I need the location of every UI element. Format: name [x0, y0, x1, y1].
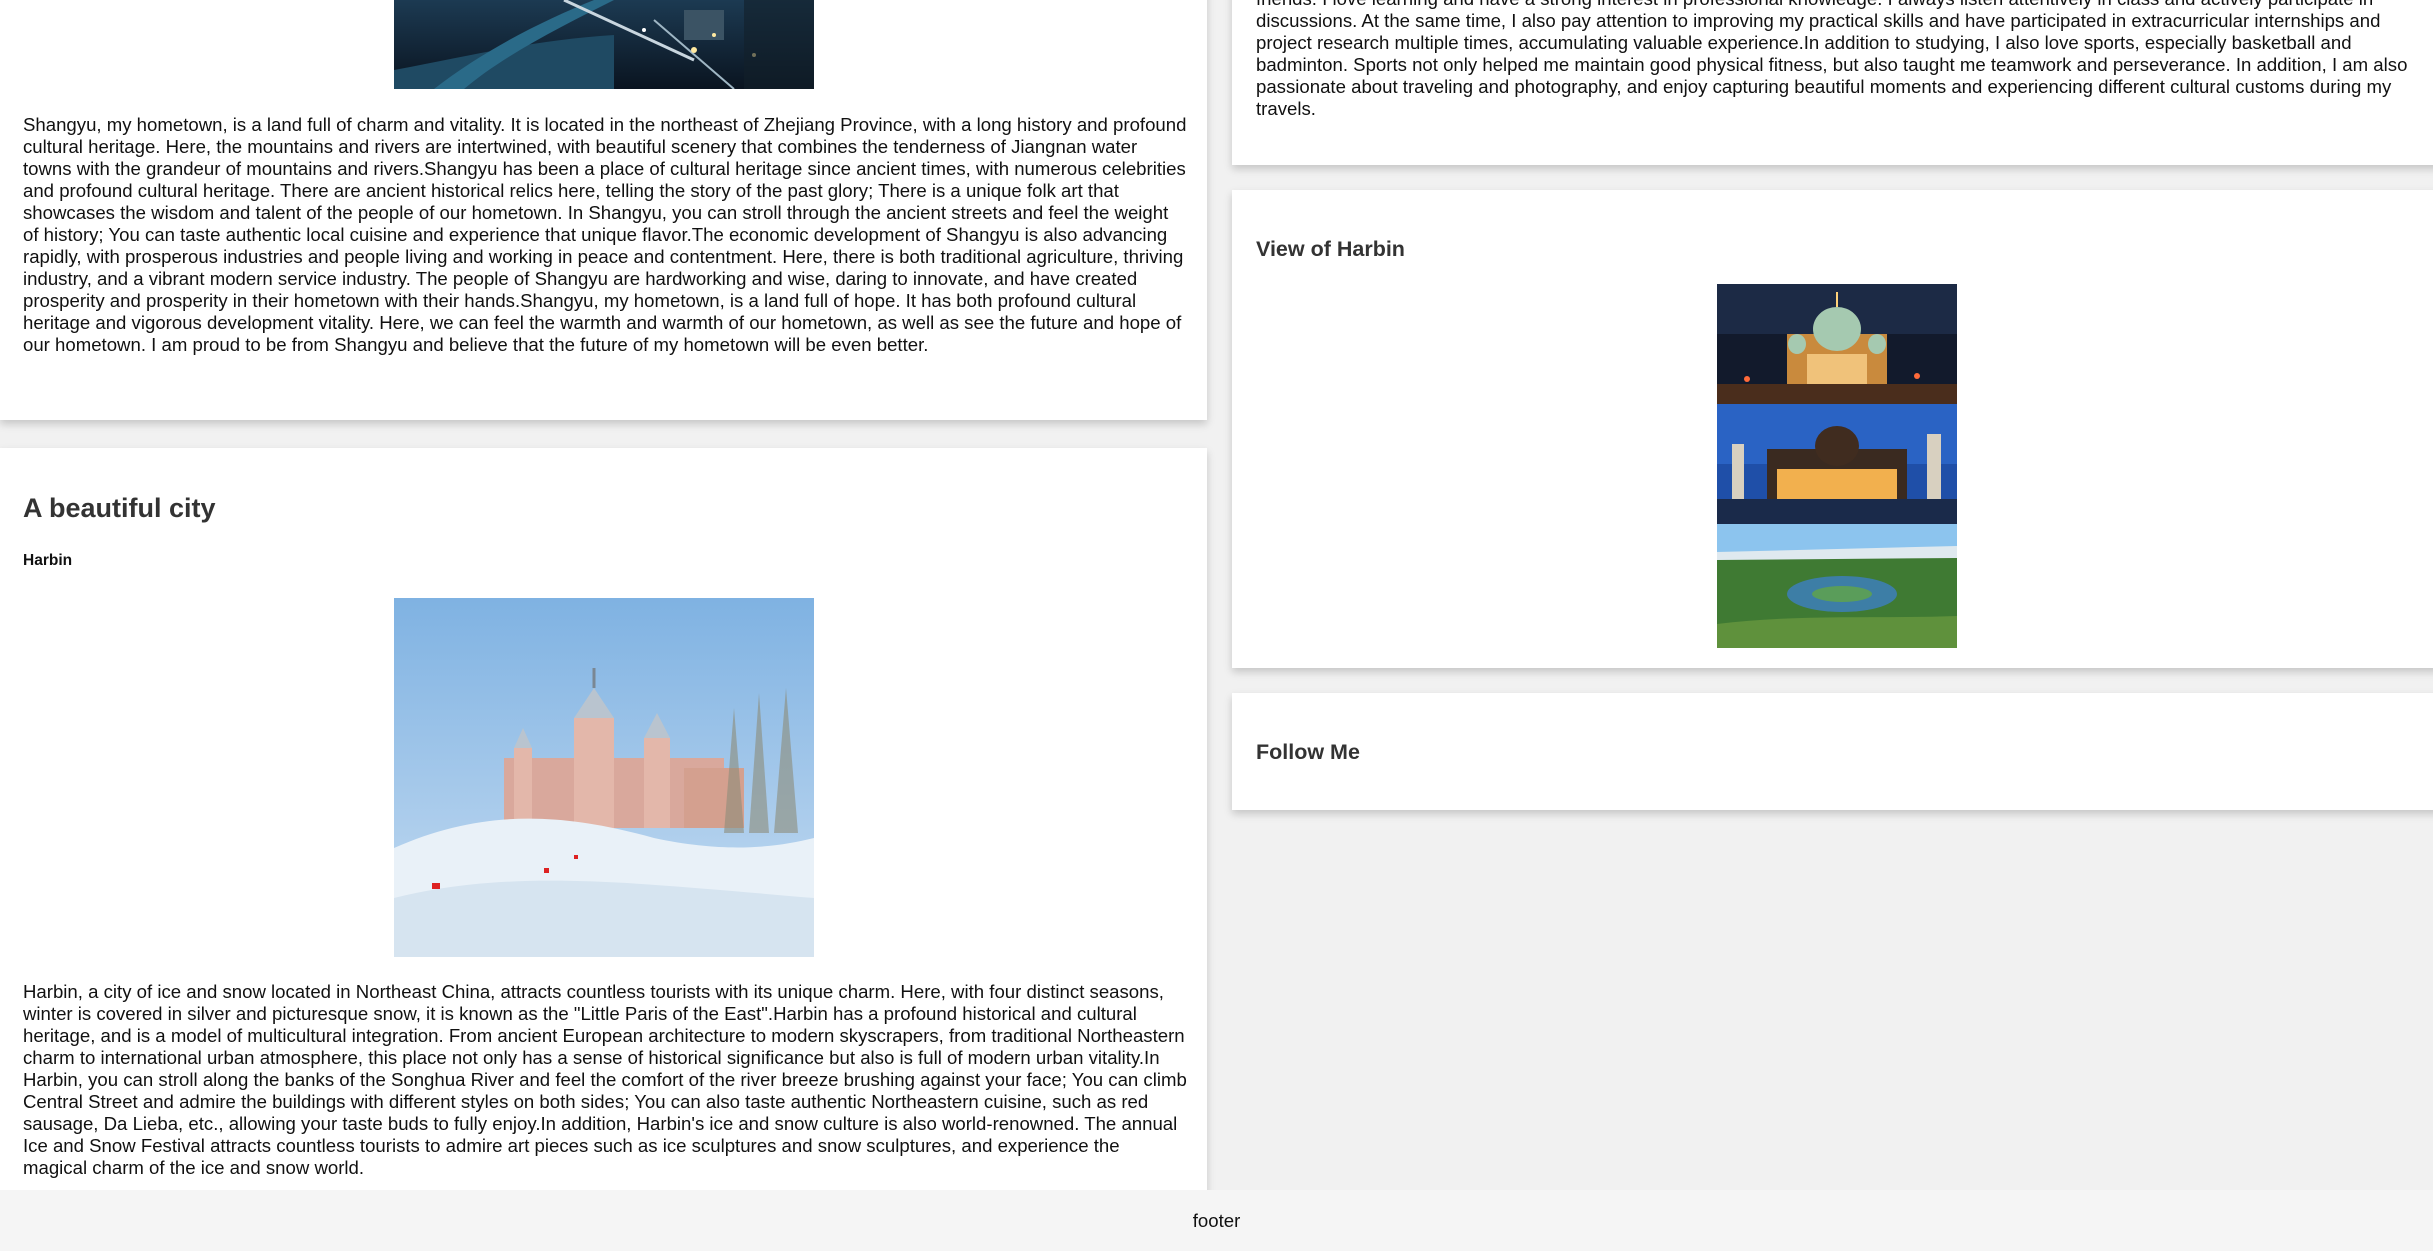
city-paragraph: Harbin, a city of ice and snow located i… [23, 981, 1187, 1178]
cathedral-night-image [1717, 284, 1957, 404]
city-card: A beautiful city Harbin Harbin, a city o… [0, 448, 1207, 1208]
about-paragraph: friends. I love learning and have a stro… [1256, 0, 2408, 119]
hometown-card: Shangyu, my hometown, is a land full of … [0, 0, 1207, 420]
city-subtitle: Harbin [23, 552, 73, 569]
follow-card: Follow Me [1232, 693, 2433, 810]
hometown-paragraph: Shangyu, my hometown, is a land full of … [23, 114, 1187, 355]
night-city-image [394, 0, 814, 89]
park-aerial-image [1717, 524, 1957, 648]
view-title: View of Harbin [1256, 237, 1405, 261]
footer: footer [0, 1190, 2433, 1251]
follow-title: Follow Me [1256, 740, 1360, 764]
view-card: View of Harbin [1232, 190, 2433, 668]
palace-night-image [1717, 404, 1957, 524]
city-title: A beautiful city [23, 493, 216, 523]
footer-text: footer [1192, 1210, 1241, 1231]
snow-castle-image [394, 598, 814, 957]
about-card: friends. I love learning and have a stro… [1232, 0, 2433, 165]
